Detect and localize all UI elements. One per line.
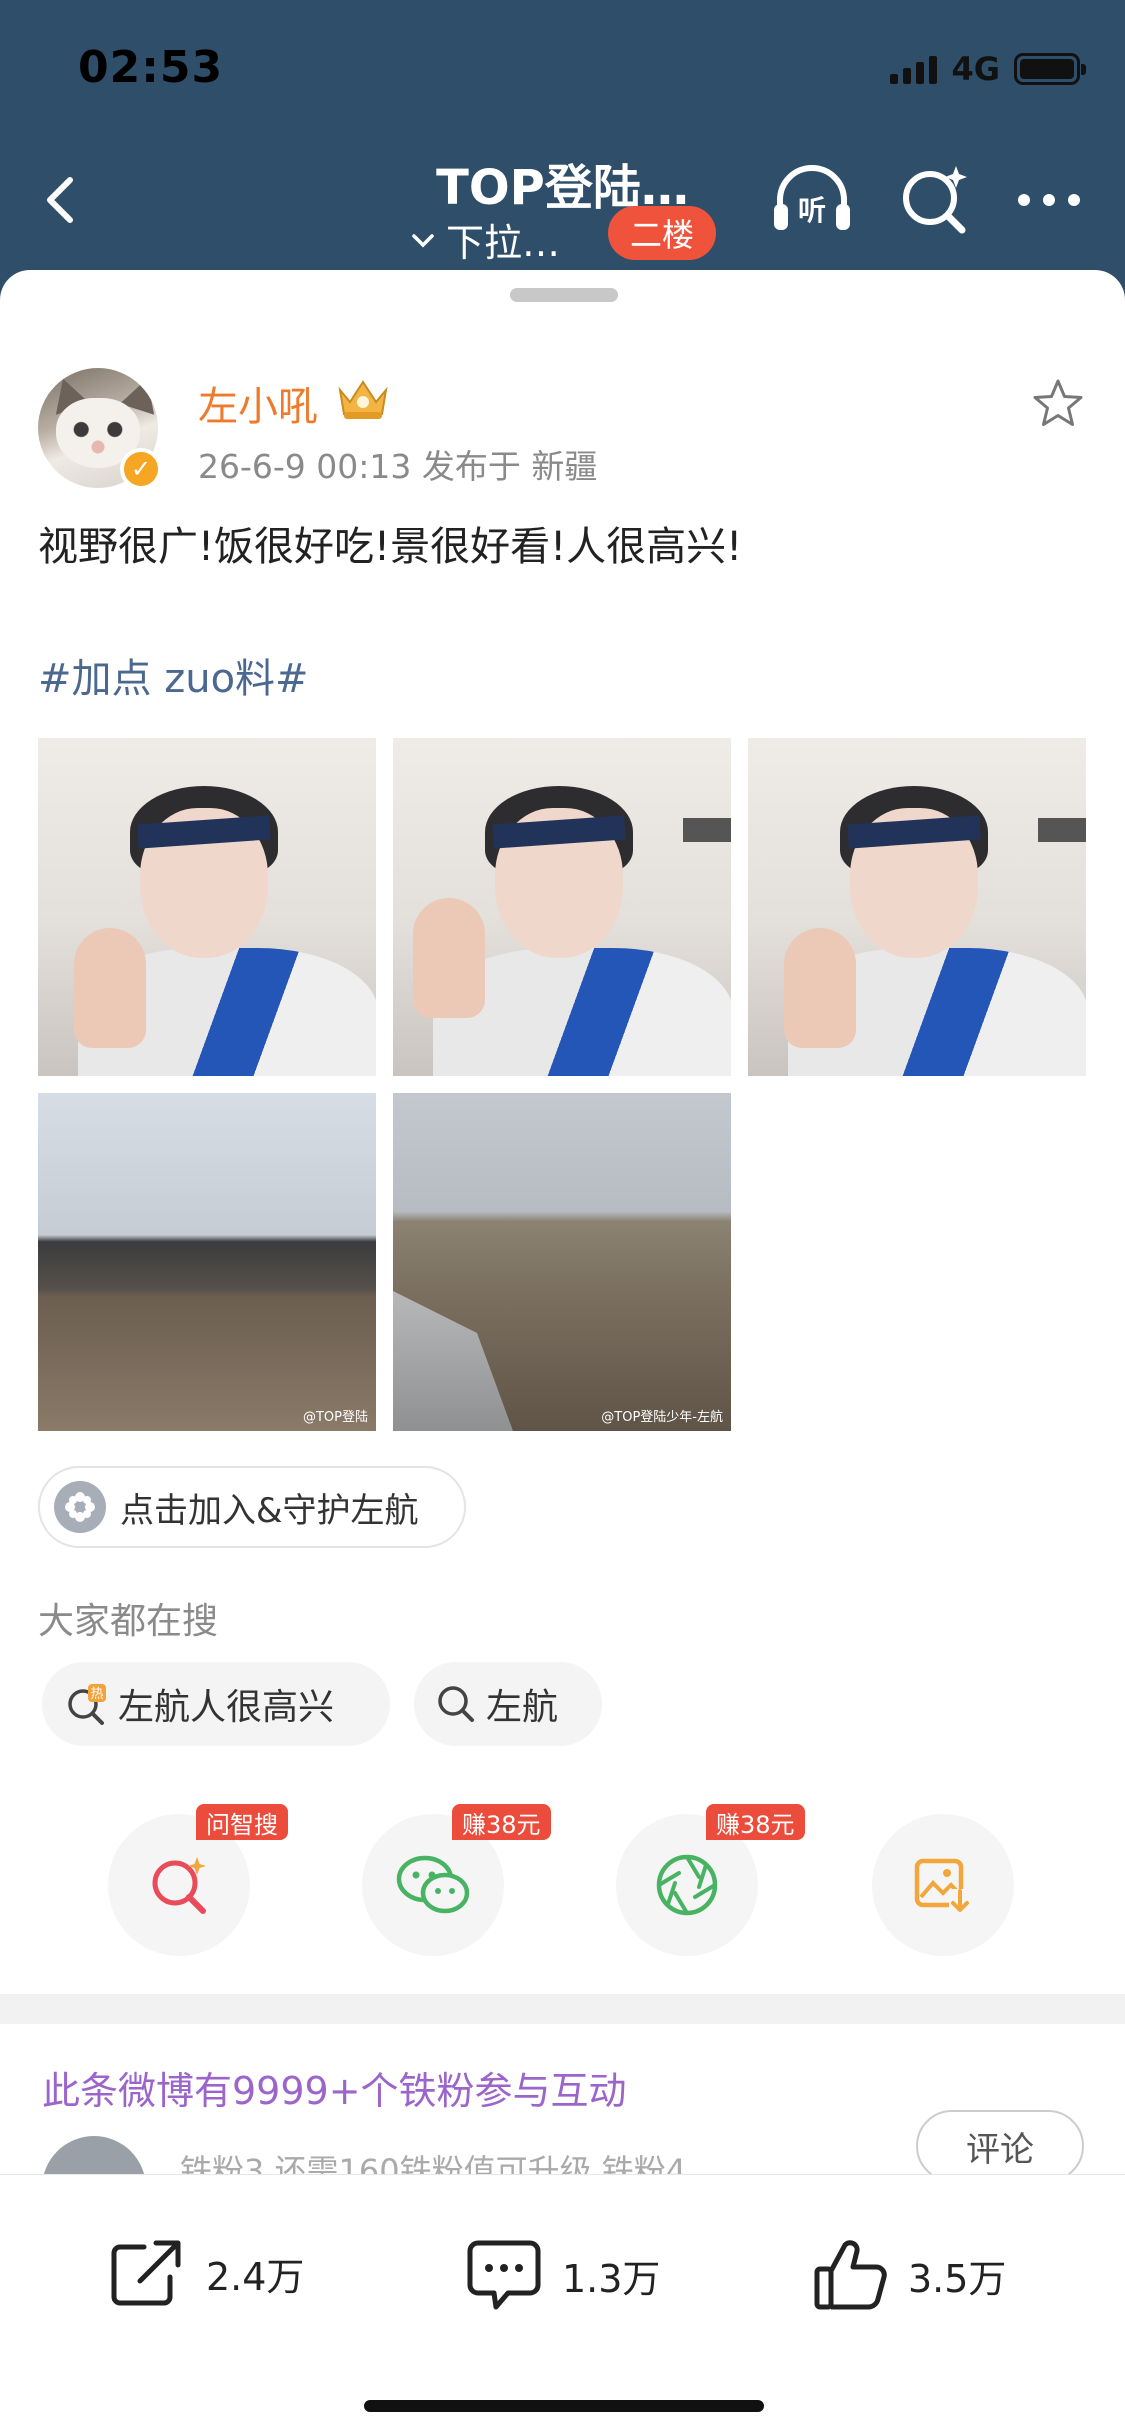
comment-count: 1.3万 (562, 2256, 661, 2301)
share-tag: 赚38元 (706, 1804, 805, 1840)
battery-icon (1014, 53, 1086, 85)
avatar (42, 2136, 146, 2176)
like-count: 3.5万 (908, 2256, 1007, 2301)
status-indicators: 4G (890, 50, 1086, 88)
more-icon[interactable] (1014, 180, 1084, 220)
photo-3[interactable] (748, 738, 1086, 1076)
status-time: 02:53 (78, 42, 224, 93)
share-tag: 赚38元 (452, 1804, 551, 1840)
repost-button[interactable]: 2.4万 (108, 2237, 304, 2309)
share-tag: 问智搜 (196, 1804, 288, 1840)
post-text: 视野很广!饭很好吃!景很好看!人很高兴! (38, 524, 743, 570)
flower-icon (54, 1481, 106, 1533)
photo-4[interactable]: @TOP登陆 (38, 1093, 376, 1431)
photo-5[interactable]: @TOP登陆少年-左航 (393, 1093, 731, 1431)
svg-text:热: 热 (90, 1687, 103, 1702)
like-button[interactable]: 3.5万 (812, 2237, 1006, 2313)
comments-button[interactable]: 1.3万 (464, 2237, 660, 2313)
join-label: 点击加入&守护左航 (120, 1490, 419, 1531)
pull-down-label: 下拉… (446, 221, 561, 265)
photo-1[interactable] (38, 738, 376, 1076)
iron-fans-banner[interactable]: 此条微博有9999+个铁粉参与互动 (42, 2060, 627, 2115)
svg-text:听: 听 (798, 194, 826, 227)
moments-icon (656, 1854, 718, 1916)
second-floor-badge[interactable]: 二楼 (608, 206, 717, 260)
signal-icon (890, 54, 938, 84)
bottom-action-bar: 2.4万 1.3万 3.5万 (0, 2174, 1125, 2436)
comment-button[interactable]: 评论 (916, 2110, 1084, 2182)
favorite-star-icon[interactable] (1030, 376, 1086, 432)
post-card: ✓ 左小吼 26-6-9 00:13 发布于 新疆 视野很广!饭很好吃!景很好看… (0, 270, 1125, 2436)
section-divider (0, 1994, 1125, 2024)
trending-search-label: 左航人很高兴 (118, 1687, 335, 1728)
trending-search-chip[interactable]: 左航 (414, 1662, 602, 1746)
comment-icon (467, 2240, 541, 2310)
crown-icon (338, 380, 388, 419)
save-image-icon (914, 1858, 971, 1913)
post-meta: 26-6-9 00:13 发布于 新疆 (198, 447, 598, 486)
thumbs-up-icon (814, 2240, 887, 2310)
ai-search-icon[interactable] (896, 160, 972, 236)
trending-search-title: 大家都在搜 (38, 1601, 219, 1642)
username[interactable]: 左小吼 (198, 374, 318, 432)
hot-search-icon: 热 (68, 1684, 106, 1725)
header: 02:53 4G TOP登陆… 下拉… 二楼 听 (0, 0, 1125, 300)
save-image-button[interactable] (872, 1814, 1014, 1956)
home-indicator[interactable] (364, 2400, 764, 2412)
search-icon (438, 1686, 474, 1722)
trending-search-label: 左航 (486, 1687, 559, 1728)
join-fan-group-button[interactable]: 点击加入&守护左航 (38, 1466, 466, 1548)
comment-preview-text: 铁粉3 还需160铁粉值可升级 铁粉4 (180, 2152, 687, 2176)
pull-down-hint[interactable]: 下拉… (410, 212, 560, 267)
photo-watermark: @TOP登陆 (302, 1410, 368, 1425)
chevron-down-icon (412, 233, 434, 247)
verified-badge-icon: ✓ (120, 448, 162, 490)
ai-search-icon (152, 1857, 206, 1914)
photo-watermark: @TOP登陆少年-左航 (601, 1410, 723, 1425)
network-type: 4G (951, 50, 1000, 88)
listen-icon[interactable]: 听 (770, 160, 854, 240)
repost-count: 2.4万 (206, 2254, 305, 2299)
drag-handle[interactable] (510, 288, 618, 302)
trending-search-chip[interactable]: 热 左航人很高兴 (42, 1662, 390, 1746)
repost-icon (111, 2240, 181, 2306)
photo-2[interactable] (393, 738, 731, 1076)
wechat-icon (396, 1855, 470, 1914)
hashtag-link[interactable]: #加点 zuo料# (38, 646, 309, 704)
